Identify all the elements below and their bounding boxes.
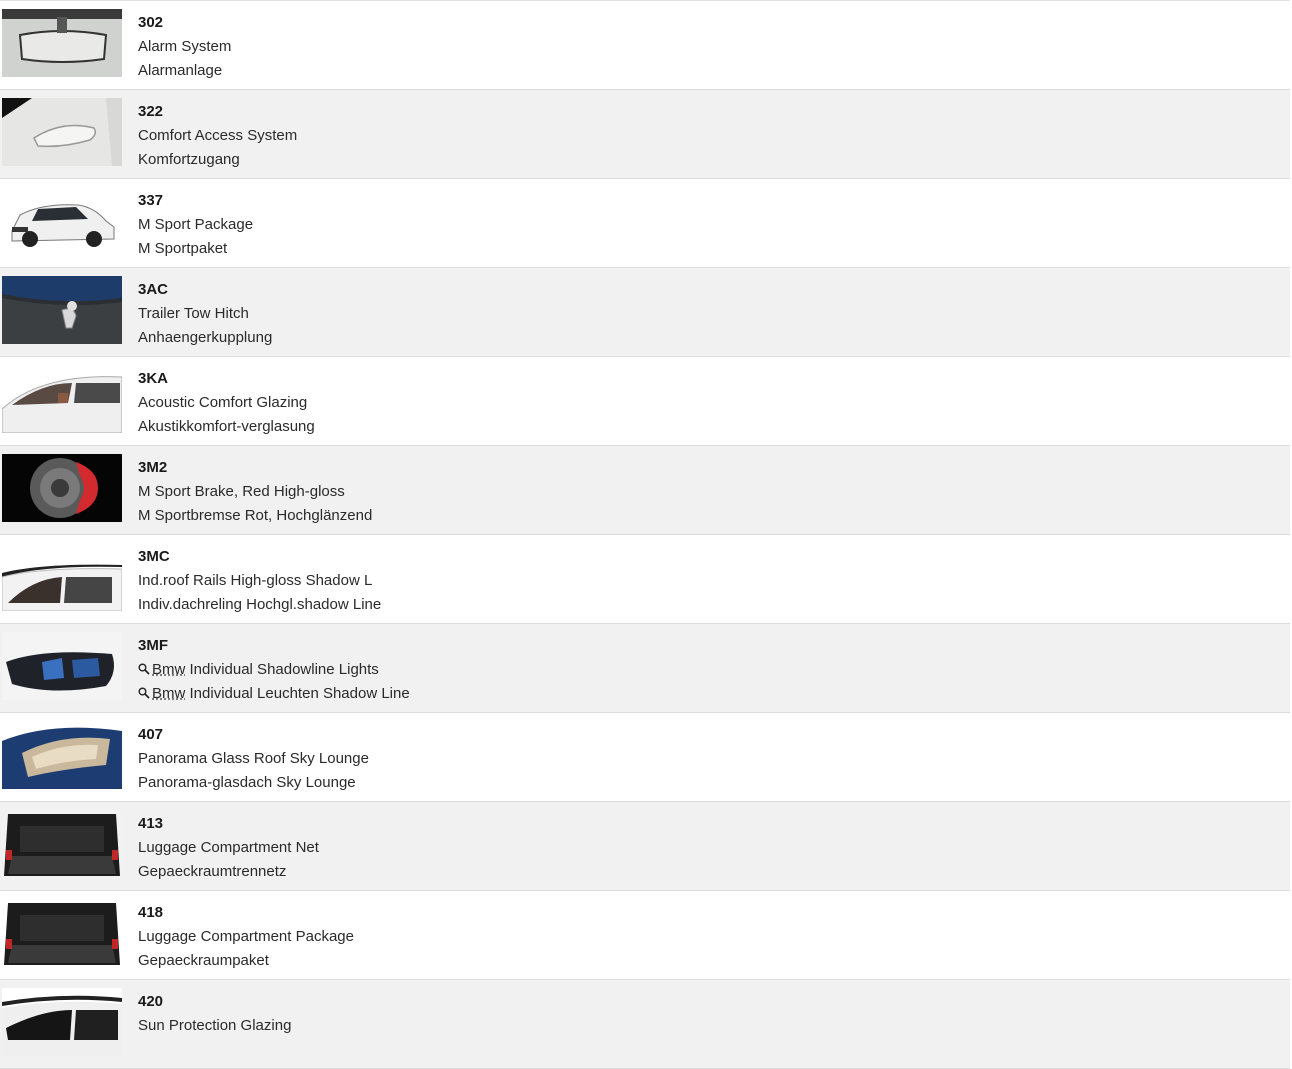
list-item[interactable]: 3MF Bmw Individual Shadowline Lights Bmw… (0, 624, 1290, 713)
option-name-de: Akustikkomfort-verglasung (138, 418, 315, 435)
roof-rail-image (2, 543, 122, 611)
option-code: 302 (138, 14, 164, 31)
list-item[interactable]: 420 Sun Protection Glazing (0, 980, 1290, 1069)
magnifier-icon[interactable] (138, 682, 152, 706)
white-suv-image (2, 187, 122, 255)
option-name-de: Anhaengerkupplung (138, 329, 273, 346)
option-name-en: M Sport Brake, Red High-gloss (138, 483, 345, 500)
rear-glazing-image (2, 988, 122, 1056)
headlight-image (2, 632, 122, 700)
option-name-en: Comfort Access System (138, 127, 298, 144)
option-name-en: Panorama Glass Roof Sky Lounge (138, 750, 369, 767)
list-item[interactable]: 337 M Sport Package M Sportpaket (0, 179, 1290, 268)
option-name-de: Alarmanlage (138, 62, 223, 79)
option-name-de: Gepaeckraumtrennetz (138, 863, 287, 880)
option-name-en: Ind.roof Rails High-gloss Shadow L (138, 572, 373, 589)
option-name-de: Indiv.dachreling Hochgl.shadow Line (138, 596, 382, 613)
option-code: 407 (138, 726, 164, 743)
option-name-en: Luggage Compartment Package (138, 928, 354, 945)
side-window-image (2, 365, 122, 433)
option-code: 3MF (138, 637, 168, 654)
option-name-en: M Sport Package (138, 216, 254, 233)
option-name-en: Acoustic Comfort Glazing (138, 394, 308, 411)
door-handle-image (2, 98, 122, 166)
option-code: 3KA (138, 370, 169, 387)
option-name-de: M Sportpaket (138, 240, 228, 257)
list-item[interactable]: 3MC Ind.roof Rails High-gloss Shadow L I… (0, 535, 1290, 624)
option-name-en: Sun Protection Glazing (138, 1017, 292, 1034)
option-code: 322 (138, 103, 164, 120)
brand-word[interactable]: Bmw (152, 661, 185, 678)
panorama-roof-image (2, 721, 122, 789)
list-item[interactable]: 407 Panorama Glass Roof Sky Lounge Panor… (0, 713, 1290, 802)
option-code: 3MC (138, 548, 170, 565)
option-name-en: Trailer Tow Hitch (138, 305, 249, 322)
option-name-en: Individual Shadowline Lights (189, 661, 379, 678)
red-brake-image (2, 454, 122, 522)
option-name-de: Komfortzugang (138, 151, 240, 168)
list-item[interactable]: 418 Luggage Compartment Package Gepaeckr… (0, 891, 1290, 980)
option-name-de: Gepaeckraumpaket (138, 952, 269, 969)
option-code: 413 (138, 815, 164, 832)
option-code: 3M2 (138, 459, 168, 476)
list-item[interactable]: 322 Comfort Access System Komfortzugang (0, 90, 1290, 179)
option-name-en-line: Bmw Individual Shadowline Lights (138, 658, 410, 682)
option-code: 418 (138, 904, 164, 921)
list-item[interactable]: 3KA Acoustic Comfort Glazing Akustikkomf… (0, 357, 1290, 446)
list-item[interactable]: 302 Alarm System Alarmanlage (0, 1, 1290, 90)
list-item[interactable]: 3M2 M Sport Brake, Red High-gloss M Spor… (0, 446, 1290, 535)
trunk-net-image (2, 810, 122, 878)
option-name-en: Luggage Compartment Net (138, 839, 319, 856)
mirror-image (2, 9, 122, 77)
tow-hitch-image (2, 276, 122, 344)
option-code: 337 (138, 192, 164, 209)
option-name-en: Alarm System (138, 38, 232, 55)
option-name-de: M Sportbremse Rot, Hochglänzend (138, 507, 373, 524)
magnifier-icon[interactable] (138, 658, 152, 682)
option-name-de: Individual Leuchten Shadow Line (189, 685, 410, 702)
list-item[interactable]: 3AC Trailer Tow Hitch Anhaengerkupplung (0, 268, 1290, 357)
option-list: 302 Alarm System Alarmanlage 322 Comfort… (0, 0, 1290, 1069)
brand-word[interactable]: Bmw (152, 685, 185, 702)
option-name-de: Panorama-glasdach Sky Lounge (138, 774, 356, 791)
option-code: 420 (138, 993, 164, 1010)
option-code: 3AC (138, 281, 169, 298)
list-item[interactable]: 413 Luggage Compartment Net Gepaeckraumt… (0, 802, 1290, 891)
trunk-package-image (2, 899, 122, 967)
option-name-de-line: Bmw Individual Leuchten Shadow Line (138, 682, 410, 706)
